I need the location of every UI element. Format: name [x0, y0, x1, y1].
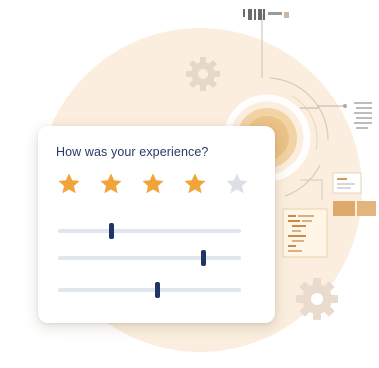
folder-icon — [333, 201, 376, 216]
star-icon[interactable] — [98, 171, 124, 197]
star-rating[interactable] — [56, 171, 256, 197]
slider-3[interactable] — [58, 282, 241, 298]
illustration: How was your experience? — [0, 0, 379, 368]
slider-thumb[interactable] — [200, 250, 206, 266]
document-icon — [332, 172, 362, 194]
slider-track — [58, 288, 241, 292]
code-window-icon — [282, 208, 328, 258]
feedback-card: How was your experience? — [38, 126, 275, 323]
star-icon[interactable] — [224, 171, 250, 197]
slider-2[interactable] — [58, 250, 241, 266]
star-icon[interactable] — [182, 171, 208, 197]
text-lines-icon — [354, 102, 372, 129]
slider-track — [58, 229, 241, 233]
slider-thumb[interactable] — [109, 223, 115, 239]
star-icon[interactable] — [140, 171, 166, 197]
gear-icon — [186, 57, 220, 91]
slider-thumb[interactable] — [154, 282, 160, 298]
star-icon[interactable] — [56, 171, 82, 197]
slider-track — [58, 256, 241, 260]
barcode-icon — [243, 9, 289, 20]
slider-1[interactable] — [58, 223, 241, 239]
survey-question: How was your experience? — [56, 145, 209, 159]
gear-icon — [296, 278, 338, 320]
